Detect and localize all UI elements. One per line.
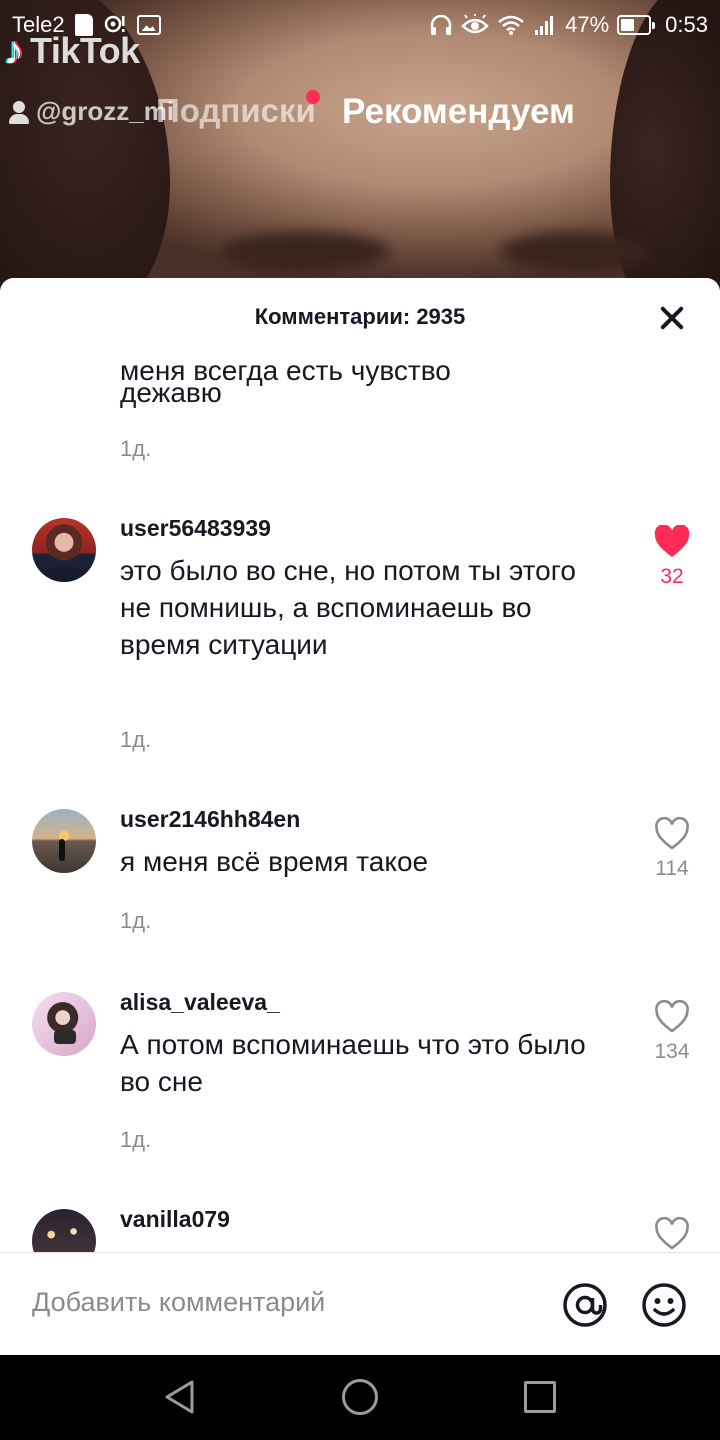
emoji-icon[interactable]: [641, 1282, 687, 1328]
comment-username[interactable]: vanilla079: [120, 1206, 230, 1233]
tiktok-logo: ♪ TikTok: [4, 30, 140, 72]
mention-at-icon[interactable]: [562, 1282, 608, 1328]
like-button[interactable]: [646, 1217, 698, 1251]
headphones-icon: [429, 14, 453, 36]
comments-count-title: Комментарии: 2935: [254, 304, 466, 329]
comment-time[interactable]: 1д.: [120, 727, 151, 753]
tab-for-you[interactable]: Рекомендуем: [342, 92, 575, 132]
tab-following[interactable]: Подписки: [156, 92, 316, 130]
comments-list[interactable]: меня всегда есть чувство дежавю 1д. user…: [0, 318, 720, 1252]
recent-apps-icon[interactable]: [524, 1381, 556, 1413]
tiktok-note-icon: ♪: [4, 29, 24, 73]
comment-username[interactable]: user56483939: [120, 515, 271, 542]
comments-header: Комментарии: 2935: [0, 278, 720, 358]
comment-text: я меня всё время такое: [120, 846, 429, 877]
heart-outline-icon: [655, 817, 689, 850]
comment-time[interactable]: 1д.: [120, 436, 151, 462]
like-button[interactable]: 114: [646, 817, 698, 881]
eye-comfort-icon: [461, 14, 489, 36]
system-navigation-bar: [0, 1355, 720, 1440]
user-handle[interactable]: @grozz_mi: [6, 96, 174, 127]
like-count: 114: [655, 857, 689, 880]
close-icon[interactable]: [654, 300, 690, 336]
like-count: 32: [660, 565, 684, 588]
like-button[interactable]: 134: [646, 1000, 698, 1064]
user-handle-text: @grozz_mi: [36, 96, 175, 126]
like-count: 134: [654, 1040, 690, 1063]
comments-sheet: меня всегда есть чувство дежавю 1д. user…: [0, 278, 720, 1355]
wifi-icon: [497, 14, 525, 36]
heart-outline-icon: [655, 1217, 689, 1250]
clock: 0:53: [665, 12, 708, 37]
comment-text: А потом вспоминаешь что это было во сне: [120, 1029, 586, 1097]
comment-time[interactable]: 1д.: [120, 908, 151, 934]
comment-text: дежавю: [120, 377, 222, 408]
battery-icon: [617, 15, 656, 35]
back-icon[interactable]: [162, 1379, 198, 1415]
comment-text: В: [120, 1243, 590, 1252]
video-brow-right: [500, 232, 650, 272]
comment-input[interactable]: Добавить комментарий: [32, 1287, 325, 1318]
user-avatar[interactable]: [32, 809, 96, 873]
comment-text: это было во сне, но потом ты этого не по…: [120, 555, 576, 660]
top-navigation: @grozz_mi Подписки Рекомендуем: [0, 88, 720, 138]
image-notification-icon: [136, 15, 161, 35]
following-notification-dot: [306, 90, 320, 104]
heart-outline-icon: [655, 1000, 689, 1033]
user-avatar[interactable]: [32, 518, 96, 582]
logo-text: TikTok: [30, 30, 140, 71]
comment-input-bar: Добавить комментарий: [0, 1252, 720, 1355]
comment-time[interactable]: 1д.: [120, 1127, 151, 1153]
user-avatar[interactable]: [32, 992, 96, 1056]
signal-icon: [533, 14, 557, 36]
user-avatar[interactable]: [32, 1209, 96, 1252]
heart-filled-icon: [654, 525, 690, 557]
comment-username[interactable]: user2146hh84en: [120, 806, 300, 833]
home-icon[interactable]: [342, 1379, 378, 1415]
video-brow-left: [220, 232, 390, 272]
like-button[interactable]: 32: [646, 525, 698, 589]
battery-percent: 47%: [565, 12, 610, 37]
comment-username[interactable]: alisa_valeeva_: [120, 989, 280, 1016]
user-icon: [6, 99, 32, 125]
